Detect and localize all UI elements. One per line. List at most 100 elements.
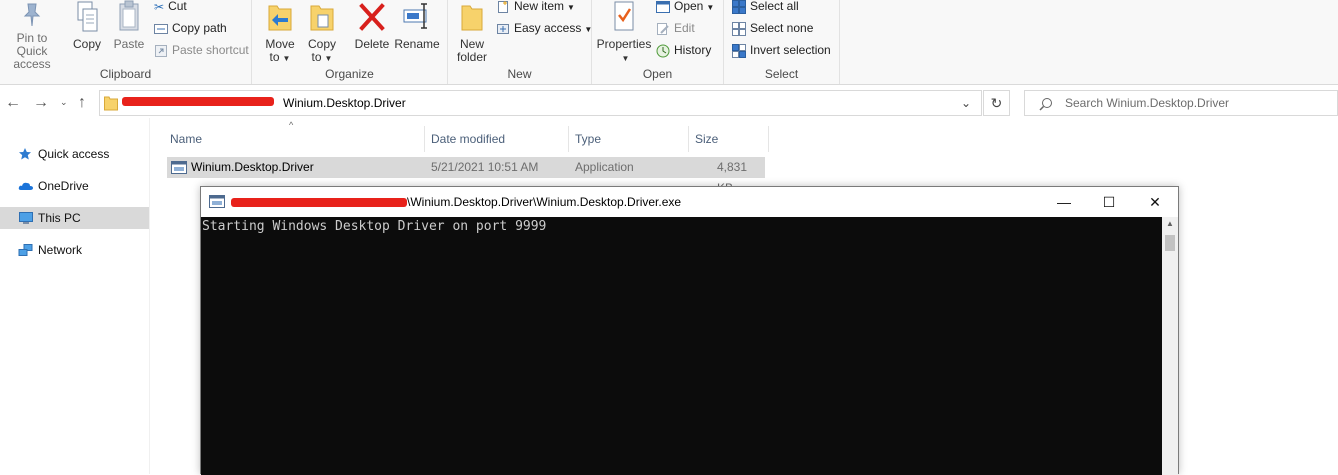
invert-selection-label: Invert selection: [750, 43, 831, 57]
redaction-mark: [122, 97, 274, 106]
forward-arrow-icon[interactable]: →: [33, 94, 49, 112]
copy-to-icon: [310, 5, 334, 31]
application-icon: [171, 161, 187, 174]
column-header-date-modified[interactable]: Date modified: [425, 126, 569, 152]
folder-icon: [461, 5, 483, 31]
select-none-icon: [732, 21, 746, 36]
pin-icon: [23, 3, 41, 27]
close-button[interactable]: ✕: [1132, 187, 1178, 217]
rename-button[interactable]: Rename: [394, 0, 440, 51]
invert-selection-icon: [732, 43, 746, 58]
cloud-icon: [18, 182, 33, 190]
address-current-folder[interactable]: Winium.Desktop.Driver: [283, 96, 406, 110]
console-output-text: Starting Windows Desktop Driver on port …: [202, 219, 547, 234]
clipboard-group: Pin to Quick access Copy Paste ✂ Cut Copy…: [0, 0, 252, 84]
paste-shortcut-button[interactable]: Paste shortcut: [154, 42, 249, 60]
console-titlebar[interactable]: \Winium.Desktop.Driver\Winium.Desktop.Dr…: [201, 187, 1178, 217]
delete-button[interactable]: Delete: [352, 0, 392, 51]
edit-icon: [657, 22, 669, 35]
console-output-area[interactable]: Starting Windows Desktop Driver on port …: [201, 217, 1162, 475]
easy-access-label: Easy access: [514, 21, 582, 35]
column-header-name[interactable]: Name: [164, 126, 425, 152]
history-icon: [656, 44, 670, 58]
new-folder-label: New: [459, 37, 484, 51]
recent-locations-chevron-icon[interactable]: ⌄: [60, 97, 68, 108]
easy-access-button[interactable]: Easy access ▼: [496, 20, 592, 38]
paste-label: Paste: [113, 37, 145, 51]
organize-group: Move to ▼ Copy to ▼ Delete Rename Organi…: [252, 0, 448, 84]
select-all-icon: [732, 0, 746, 14]
chevron-down-icon: ▼: [706, 3, 715, 12]
copy-button[interactable]: Copy: [68, 0, 106, 51]
column-header-type[interactable]: Type: [569, 126, 689, 152]
select-none-button[interactable]: Select none: [732, 20, 813, 38]
edit-label: Edit: [674, 21, 695, 35]
scissors-icon: ✂: [154, 0, 165, 14]
chevron-down-icon: ▼: [567, 3, 575, 12]
scrollbar-thumb[interactable]: [1165, 235, 1175, 251]
pin-label: Pin to Quick: [16, 31, 48, 58]
refresh-button[interactable]: ↻: [983, 90, 1010, 116]
copy-to-label-2: to: [311, 50, 322, 64]
nav-pane-divider: [149, 118, 150, 474]
paste-shortcut-label: Paste shortcut: [172, 43, 249, 57]
scroll-up-arrow-icon[interactable]: ▲: [1162, 219, 1178, 228]
cut-button[interactable]: ✂ Cut: [154, 0, 187, 16]
copy-path-label: Copy path: [172, 21, 227, 35]
copy-to-button[interactable]: Copy to ▼: [304, 0, 340, 65]
ribbon: Pin to Quick access Copy Paste ✂ Cut Copy…: [0, 0, 1338, 85]
minimize-button[interactable]: —: [1041, 187, 1087, 217]
edit-button[interactable]: Edit: [656, 20, 695, 38]
new-item-label: New item: [514, 0, 565, 13]
open-button[interactable]: Open ▼: [656, 0, 714, 16]
easy-access-icon: [497, 23, 509, 34]
star-icon: [19, 148, 31, 160]
copy-path-button[interactable]: Copy path: [154, 20, 227, 38]
address-bar[interactable]: Winium.Desktop.Driver ⌄: [99, 90, 982, 116]
move-to-icon: [268, 5, 292, 31]
new-group: New folder New item ▼ Easy access ▼ New: [448, 0, 592, 84]
select-none-label: Select none: [750, 21, 814, 35]
column-header-size[interactable]: Size: [689, 126, 769, 152]
paste-button[interactable]: Paste: [110, 0, 148, 51]
open-label: Open: [674, 0, 704, 13]
up-arrow-icon[interactable]: ↑: [78, 94, 86, 112]
nav-item-network[interactable]: Network: [0, 239, 149, 261]
properties-button[interactable]: Properties ▼: [596, 0, 652, 65]
table-row[interactable]: Winium.Desktop.Driver 5/21/2021 10:51 AM…: [167, 157, 765, 195]
maximize-button[interactable]: ☐: [1086, 187, 1132, 217]
nav-label-onedrive: OneDrive: [38, 179, 89, 193]
move-to-button[interactable]: Move to ▼: [262, 0, 298, 65]
history-label: History: [674, 43, 712, 57]
move-to-label: Move: [265, 37, 295, 51]
invert-selection-button[interactable]: Invert selection: [732, 42, 831, 60]
select-all-button[interactable]: Select all: [732, 0, 799, 16]
new-item-button[interactable]: New item ▼: [496, 0, 575, 16]
copy-icon: [77, 1, 98, 32]
search-input[interactable]: Search Winium.Desktop.Driver: [1065, 96, 1229, 110]
cut-label: Cut: [168, 0, 187, 13]
properties-icon: [614, 1, 634, 31]
clipboard-icon: [119, 0, 139, 31]
file-type: Application: [575, 160, 634, 174]
chevron-down-icon: ▼: [324, 54, 333, 63]
nav-item-onedrive[interactable]: OneDrive: [0, 175, 149, 197]
nav-item-quick-access[interactable]: Quick access: [0, 143, 149, 165]
delete-label: Delete: [354, 37, 390, 51]
select-group-label: Select: [764, 67, 799, 81]
delete-x-icon: [359, 3, 385, 31]
console-scrollbar[interactable]: ▲: [1162, 217, 1178, 475]
console-window[interactable]: \Winium.Desktop.Driver\Winium.Desktop.Dr…: [200, 186, 1179, 475]
back-arrow-icon[interactable]: ←: [5, 94, 21, 112]
folder-icon: [104, 96, 118, 111]
search-box[interactable]: Search Winium.Desktop.Driver: [1024, 90, 1338, 116]
select-group: Select all Select none Invert selection …: [724, 0, 840, 84]
history-button[interactable]: History: [656, 42, 711, 60]
nav-label-network: Network: [38, 243, 83, 257]
search-icon: [1039, 98, 1052, 111]
nav-item-this-pc[interactable]: This PC: [0, 207, 149, 229]
nav-label-this-pc: This PC: [38, 211, 81, 225]
chevron-down-icon[interactable]: ⌄: [961, 96, 971, 110]
pin-to-quick-access-button[interactable]: Pin to Quick access: [0, 0, 64, 71]
new-folder-button[interactable]: New folder: [454, 0, 490, 64]
